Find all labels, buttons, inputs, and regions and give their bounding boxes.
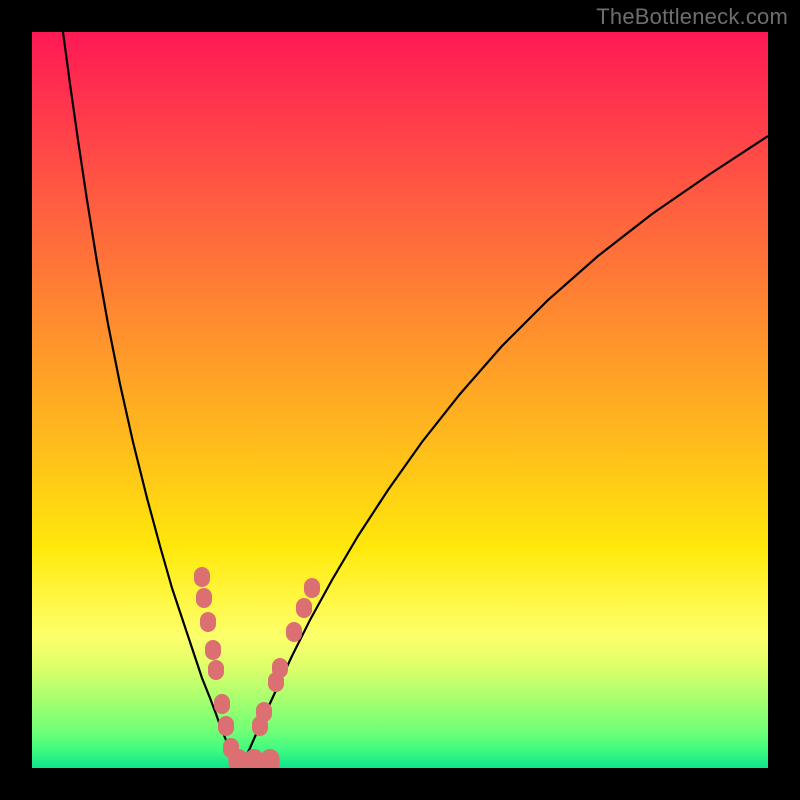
- marker-dot: [208, 660, 224, 680]
- marker-group: [194, 567, 320, 768]
- marker-dot: [196, 588, 212, 608]
- chart-plot-area: [32, 32, 768, 768]
- marker-dot: [200, 612, 216, 632]
- marker-dot: [218, 716, 234, 736]
- marker-dot: [260, 749, 279, 768]
- marker-dot: [194, 567, 210, 587]
- marker-dot: [256, 702, 272, 722]
- marker-dot: [304, 578, 320, 598]
- marker-dot: [214, 694, 230, 714]
- marker-dot: [296, 598, 312, 618]
- marker-dot: [286, 622, 302, 642]
- chart-svg: [32, 32, 768, 768]
- chart-frame: TheBottleneck.com: [0, 0, 800, 800]
- marker-dot: [272, 658, 288, 678]
- watermark-text: TheBottleneck.com: [596, 4, 788, 30]
- marker-dot: [205, 640, 221, 660]
- curve-right: [240, 136, 768, 767]
